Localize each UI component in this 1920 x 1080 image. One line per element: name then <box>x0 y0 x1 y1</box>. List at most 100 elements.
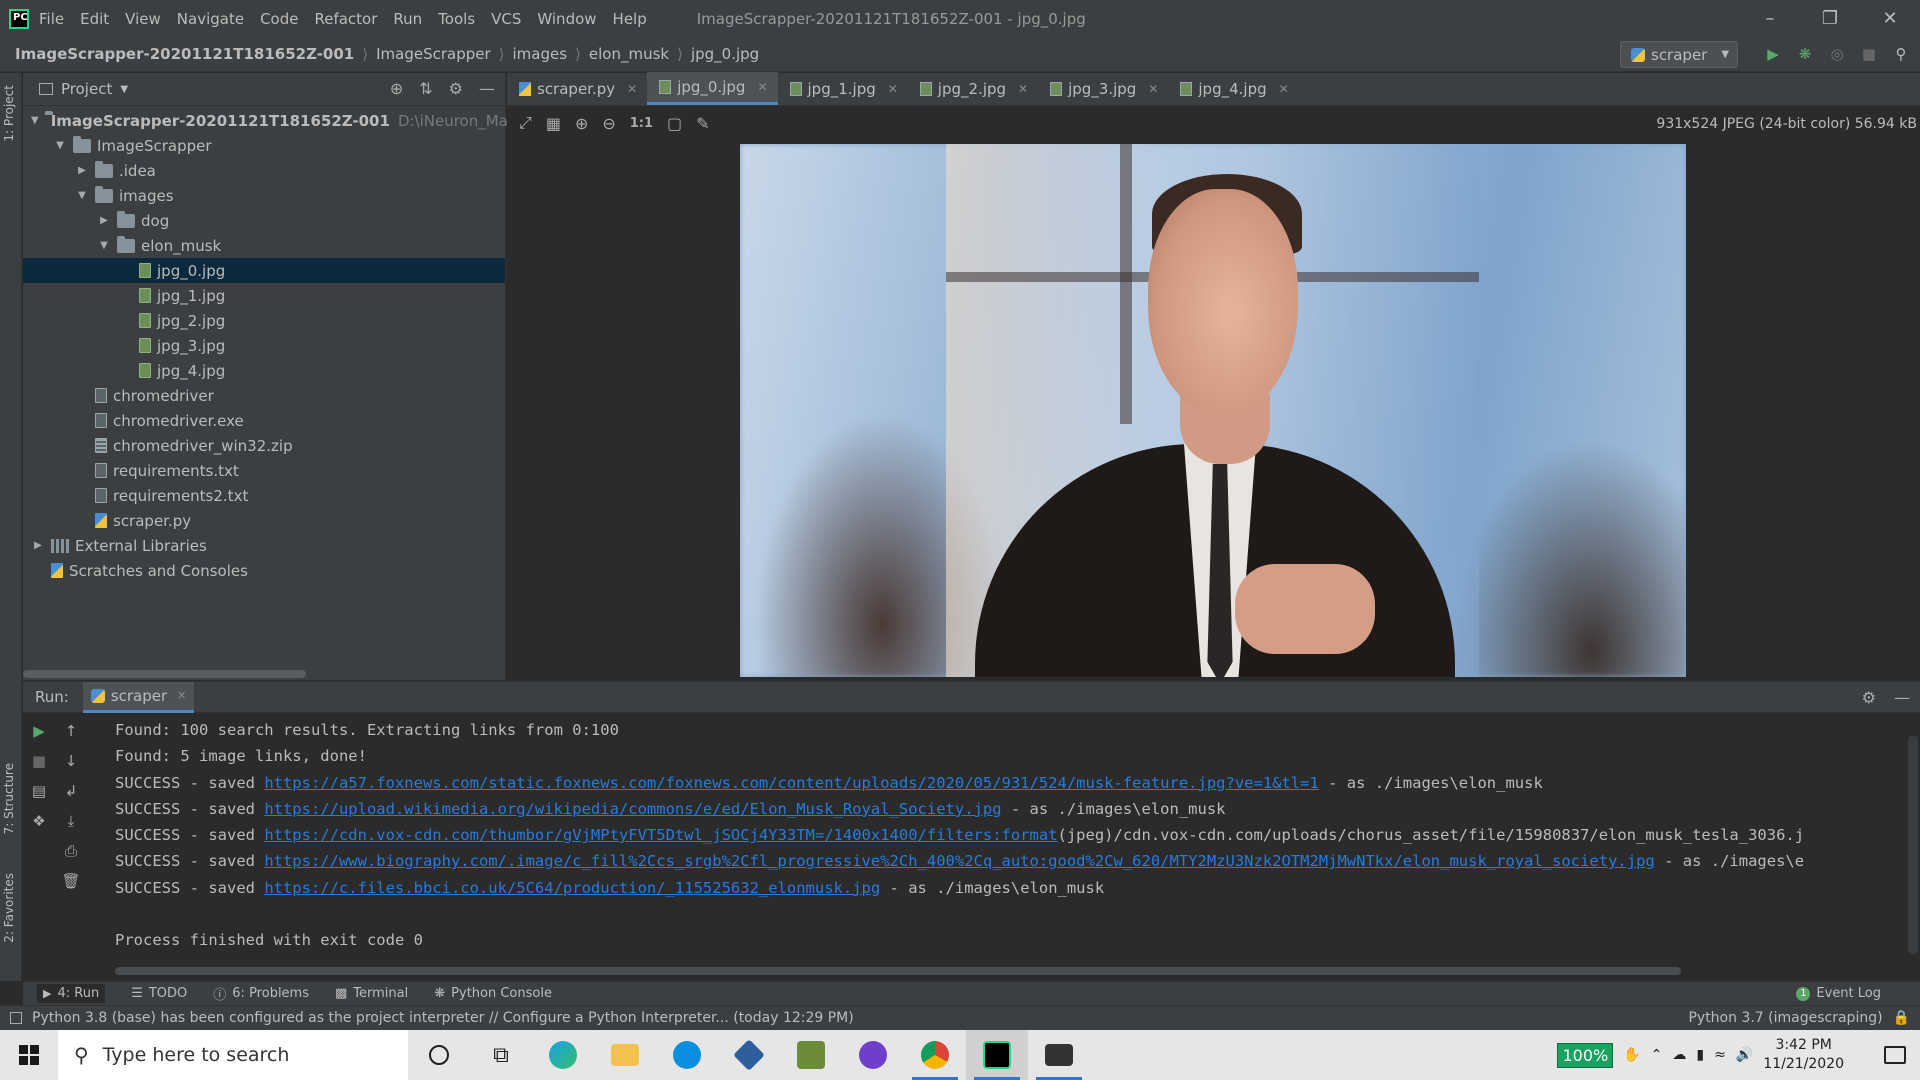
chevron-down-icon[interactable]: ▼ <box>75 190 89 201</box>
chevron-down-icon[interactable]: ▼ <box>53 140 67 151</box>
todo-tool-button[interactable]: ☰ TODO <box>131 986 187 1001</box>
chevron-up-icon[interactable]: ⌃ <box>1651 1047 1663 1063</box>
chevron-right-icon[interactable]: ▶ <box>75 165 89 176</box>
menu-code[interactable]: Code <box>260 10 298 28</box>
close-icon[interactable]: ✕ <box>888 82 898 96</box>
editor-tab[interactable]: jpg_2.jpg ✕ <box>908 72 1038 105</box>
project-tree-item[interactable]: requirements.txt <box>23 458 505 483</box>
project-tree-item[interactable]: jpg_1.jpg <box>23 283 505 308</box>
project-tool-tab[interactable]: 1: Project <box>2 85 16 142</box>
virtualbox-button[interactable] <box>718 1030 780 1080</box>
project-tree-item[interactable]: chromedriver_win32.zip <box>23 433 505 458</box>
actual-size-button[interactable]: 1:1 <box>630 116 653 131</box>
arrow-up-icon[interactable]: ↑ <box>65 722 78 740</box>
run-tool-button[interactable]: ▶ 4: Run <box>37 984 106 1003</box>
menu-edit[interactable]: Edit <box>80 10 109 28</box>
minimize-icon[interactable]: – <box>1740 0 1800 37</box>
edge-button[interactable] <box>532 1030 594 1080</box>
interpreter-selector[interactable]: Python 3.7 (imagescraping) <box>1688 1010 1882 1026</box>
pycharm-button[interactable] <box>966 1030 1028 1080</box>
chevron-down-icon[interactable]: ▼ <box>120 84 128 95</box>
problems-tool-button[interactable]: ⓘ 6: Problems <box>213 984 309 1003</box>
project-tree-item[interactable]: jpg_2.jpg <box>23 308 505 333</box>
print-icon[interactable]: ⎙ <box>65 842 77 860</box>
project-tree-item[interactable]: chromedriver.exe <box>23 408 505 433</box>
menu-help[interactable]: Help <box>613 10 647 28</box>
menu-tools[interactable]: Tools <box>438 10 475 28</box>
gear-icon[interactable]: ⚙ <box>449 79 463 98</box>
scroll-to-end-icon[interactable]: ⤓ <box>68 812 75 830</box>
file-explorer-button[interactable] <box>594 1030 656 1080</box>
zoom-in-icon[interactable]: ⊕ <box>575 114 588 133</box>
project-tree-item[interactable]: jpg_3.jpg <box>23 333 505 358</box>
run-configuration-select[interactable]: scraper ▼ <box>1620 41 1738 68</box>
touch-icon[interactable]: ✋ <box>1623 1047 1640 1063</box>
rerun-icon[interactable]: ▶ <box>33 722 45 740</box>
battery-indicator[interactable]: 100% <box>1557 1042 1614 1068</box>
event-log-button[interactable]: 1 Event Log <box>1796 986 1881 1001</box>
chevron-right-icon[interactable]: ▶ <box>97 215 111 226</box>
toggle-tool-windows-icon[interactable] <box>10 1012 22 1024</box>
project-tree-item[interactable]: ▶ .idea <box>23 158 505 183</box>
terminal-tool-button[interactable]: ▩ Terminal <box>335 986 408 1001</box>
chevron-right-icon[interactable]: ▶ <box>31 540 45 551</box>
vertical-scrollbar[interactable] <box>1908 736 1918 954</box>
background-icon[interactable]: ▢ <box>667 114 682 133</box>
battery-icon[interactable]: ▮ <box>1696 1047 1704 1063</box>
console-link[interactable]: https://www.biography.com/.image/c_fill%… <box>264 852 1654 870</box>
grid-icon[interactable]: ▦ <box>546 114 561 133</box>
debug-icon[interactable]: ❋ <box>1794 43 1816 65</box>
task-view-button[interactable]: ⧉ <box>470 1030 532 1080</box>
breadcrumb-root[interactable]: ImageScrapper-20201121T181652Z-001 <box>15 45 354 63</box>
project-tree-item[interactable]: requirements2.txt <box>23 483 505 508</box>
close-icon[interactable]: ✕ <box>1860 0 1920 37</box>
trash-icon[interactable]: 🗑 <box>61 872 80 890</box>
wifi-icon[interactable]: ≈ <box>1714 1047 1726 1063</box>
pin-icon[interactable]: ❖ <box>32 812 45 830</box>
close-icon[interactable]: ✕ <box>1279 82 1289 96</box>
breadcrumb-imagescrapper[interactable]: ImageScrapper <box>376 45 491 63</box>
project-view-select[interactable]: Project <box>61 80 112 98</box>
zoom-out-icon[interactable]: ⊖ <box>602 114 615 133</box>
collapse-all-icon[interactable]: ⇅ <box>419 79 432 98</box>
taskbar-search[interactable]: ⚲ Type here to search <box>58 1030 408 1080</box>
hide-icon[interactable]: — <box>479 79 495 98</box>
onedrive-icon[interactable]: ☁ <box>1672 1047 1686 1063</box>
search-icon[interactable]: ⚲ <box>1890 43 1912 65</box>
console-link[interactable]: https://c.files.bbci.co.uk/5C64/producti… <box>264 879 880 897</box>
editor-tab[interactable]: jpg_0.jpg ✕ <box>647 72 778 105</box>
run-tab-scraper[interactable]: scraper ✕ <box>82 681 195 713</box>
project-tree-item[interactable]: ▼ images <box>23 183 505 208</box>
gimp-button[interactable] <box>780 1030 842 1080</box>
close-icon[interactable]: ✕ <box>177 689 186 702</box>
menu-run[interactable]: Run <box>393 10 422 28</box>
structure-tool-tab[interactable]: 7: Structure <box>2 763 16 834</box>
chevron-down-icon[interactable]: ▼ <box>97 240 111 251</box>
menu-view[interactable]: View <box>125 10 161 28</box>
status-message[interactable]: Python 3.8 (base) has been configured as… <box>32 1010 854 1026</box>
start-button[interactable] <box>0 1030 58 1080</box>
breadcrumb-jpg-0[interactable]: jpg_0.jpg <box>691 45 759 63</box>
chevron-down-icon[interactable]: ▼ <box>31 115 39 126</box>
clock[interactable]: 3:42 PM 11/21/2020 <box>1763 1036 1844 1074</box>
project-tree-item[interactable]: Scratches and Consoles <box>23 558 505 583</box>
console-link[interactable]: https://a57.foxnews.com/static.foxnews.c… <box>264 774 1319 792</box>
close-icon[interactable]: ✕ <box>1148 82 1158 96</box>
editor-tab[interactable]: scraper.py ✕ <box>507 72 647 105</box>
skype-button[interactable] <box>656 1030 718 1080</box>
lock-icon[interactable]: 🔒 <box>1893 1010 1910 1026</box>
breadcrumb-elon-musk[interactable]: elon_musk <box>589 45 669 63</box>
project-tree-item[interactable]: chromedriver <box>23 383 505 408</box>
close-icon[interactable]: ✕ <box>1018 82 1028 96</box>
editor-tab[interactable]: jpg_1.jpg ✕ <box>778 72 908 105</box>
soft-wrap-icon[interactable]: ↲ <box>65 782 78 800</box>
console-output[interactable]: Found: 100 search results. Extracting li… <box>115 714 1905 954</box>
horizontal-scrollbar[interactable] <box>115 967 1681 975</box>
volume-icon[interactable]: 🔊 <box>1736 1047 1753 1063</box>
favorites-tool-tab[interactable]: 2: Favorites <box>2 873 16 943</box>
close-icon[interactable]: ✕ <box>627 82 637 96</box>
project-tree-item[interactable]: ▶ dog <box>23 208 505 233</box>
stop-icon[interactable]: ■ <box>1858 43 1880 65</box>
color-picker-icon[interactable]: ✎ <box>696 114 709 133</box>
project-tree-item[interactable]: jpg_4.jpg <box>23 358 505 383</box>
